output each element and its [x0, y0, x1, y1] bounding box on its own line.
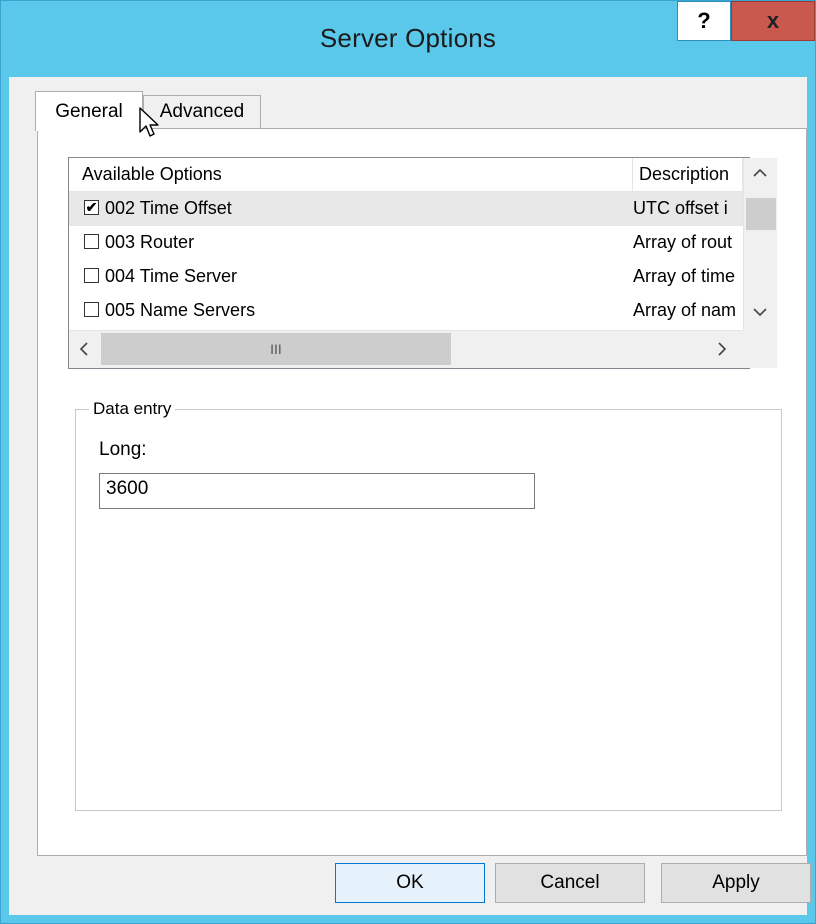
option-checkbox[interactable] — [84, 302, 99, 317]
option-name: 004 Time Server — [105, 266, 238, 286]
option-description: Array of rout — [633, 232, 733, 252]
option-checkbox[interactable] — [84, 268, 99, 283]
chevron-right-icon[interactable] — [717, 342, 727, 361]
option-checkbox[interactable] — [84, 234, 99, 249]
vertical-scrollbar[interactable] — [743, 158, 777, 330]
data-entry-group-label: Data entry — [89, 399, 176, 419]
list-item[interactable]: 003 Router Array of rout — [69, 226, 743, 260]
long-field-label: Long: — [99, 439, 147, 460]
option-description: UTC offset i — [633, 198, 728, 218]
option-name: 003 Router — [105, 232, 195, 252]
long-value-input[interactable]: 3600 — [99, 473, 535, 509]
tab-general[interactable]: General — [35, 91, 143, 131]
option-name: 005 Name Servers — [105, 300, 256, 320]
help-button[interactable]: ? — [677, 1, 731, 41]
column-header-description[interactable]: Description — [633, 158, 743, 192]
close-button[interactable]: x — [731, 1, 815, 41]
tab-advanced-label: Advanced — [159, 101, 245, 122]
list-item[interactable]: ✔ 002 Time Offset UTC offset i — [69, 192, 743, 226]
list-item[interactable]: 005 Name Servers Array of nam — [69, 294, 743, 328]
horizontal-scrollbar[interactable]: III — [69, 330, 743, 368]
option-checkbox[interactable]: ✔ — [84, 200, 99, 215]
scrollbar-corner — [743, 330, 777, 368]
apply-button[interactable]: Apply — [661, 863, 811, 903]
help-icon: ? — [697, 8, 711, 33]
chevron-down-icon[interactable] — [753, 304, 767, 322]
available-options-list[interactable]: Available Options Description ✔ 002 Time… — [68, 157, 777, 369]
cancel-button[interactable]: Cancel — [495, 863, 645, 903]
chevron-up-icon[interactable] — [753, 165, 767, 183]
option-description: Array of time — [633, 266, 736, 286]
vertical-scroll-thumb[interactable] — [746, 198, 776, 230]
option-name: 002 Time Offset — [105, 198, 232, 218]
tab-general-label: General — [55, 100, 123, 122]
ok-button[interactable]: OK — [335, 863, 485, 903]
list-item[interactable]: 004 Time Server Array of time — [69, 260, 743, 294]
column-header-available-options[interactable]: Available Options — [69, 158, 633, 192]
dialog-body: General Advanced Available Options Descr… — [9, 77, 811, 915]
mouse-pointer-icon — [139, 107, 161, 146]
chevron-left-icon[interactable] — [79, 342, 89, 361]
server-options-dialog: Server Options ? x General Advanced Avai… — [0, 0, 816, 924]
close-icon: x — [766, 8, 780, 33]
title-bar[interactable]: Server Options ? x — [1, 1, 815, 77]
horizontal-scroll-thumb[interactable]: III — [101, 333, 451, 365]
data-entry-group — [75, 409, 782, 811]
scroll-grip-icon: III — [270, 341, 282, 357]
option-description: Array of nam — [633, 300, 737, 320]
